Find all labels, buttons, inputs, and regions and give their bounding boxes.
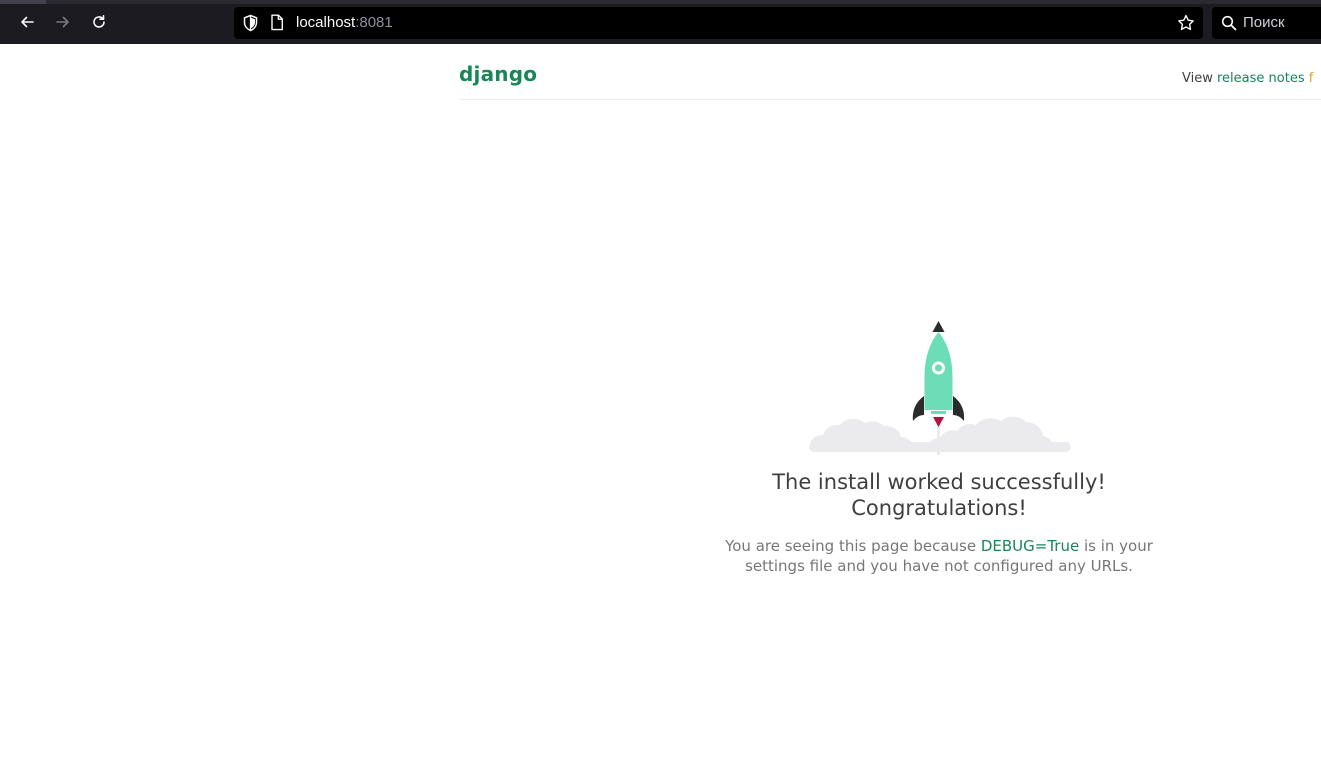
page-description: You are seeing this page because DEBUG=T…: [700, 536, 1178, 576]
back-button[interactable]: [13, 8, 41, 36]
release-notes-tail: f: [1308, 71, 1314, 86]
title-line-2: Congratulations!: [851, 496, 1027, 520]
rocket-illustration: [809, 321, 1071, 455]
tab-strip: [0, 0, 1321, 4]
description-before: You are seeing this page because: [725, 537, 981, 555]
rocket-fin-right: [953, 396, 965, 421]
forward-button[interactable]: [49, 8, 77, 36]
reload-button[interactable]: [85, 8, 113, 36]
back-arrow-icon: [21, 16, 34, 28]
rocket-nose: [932, 321, 945, 332]
url-host: localhost: [296, 14, 356, 31]
django-logo[interactable]: django: [459, 62, 537, 86]
search-placeholder: Поиск: [1243, 14, 1285, 31]
release-notes-prefix: View: [1182, 71, 1213, 86]
url-port: :8081: [355, 14, 393, 31]
star-icon[interactable]: [1177, 14, 1195, 32]
url-bar[interactable]: localhost:8081: [234, 7, 1203, 39]
browser-toolbar: localhost:8081 Поиск: [0, 0, 1321, 44]
reload-icon: [93, 15, 105, 28]
page-icon: [271, 14, 283, 31]
page-title: The install worked successfully! Congrat…: [640, 469, 1238, 521]
title-line-1: The install worked successfully!: [772, 470, 1106, 494]
page-viewport: django View release notes f The install …: [0, 44, 1321, 769]
url-text[interactable]: localhost:8081: [296, 7, 393, 39]
rocket-fin-left: [912, 396, 924, 421]
shield-icon[interactable]: [242, 14, 259, 32]
search-icon: [1221, 15, 1237, 31]
release-notes-text: View release notes f: [1182, 71, 1313, 86]
page-header: django View release notes f: [459, 44, 1321, 100]
active-tab-indicator[interactable]: [0, 0, 46, 4]
debug-link[interactable]: DEBUG=True: [981, 537, 1079, 555]
release-notes-link[interactable]: release notes: [1217, 71, 1305, 86]
rocket-base: [931, 411, 946, 414]
search-bar[interactable]: Поиск: [1212, 7, 1321, 39]
rocket-flame: [933, 417, 944, 427]
forward-arrow-icon: [56, 16, 69, 28]
